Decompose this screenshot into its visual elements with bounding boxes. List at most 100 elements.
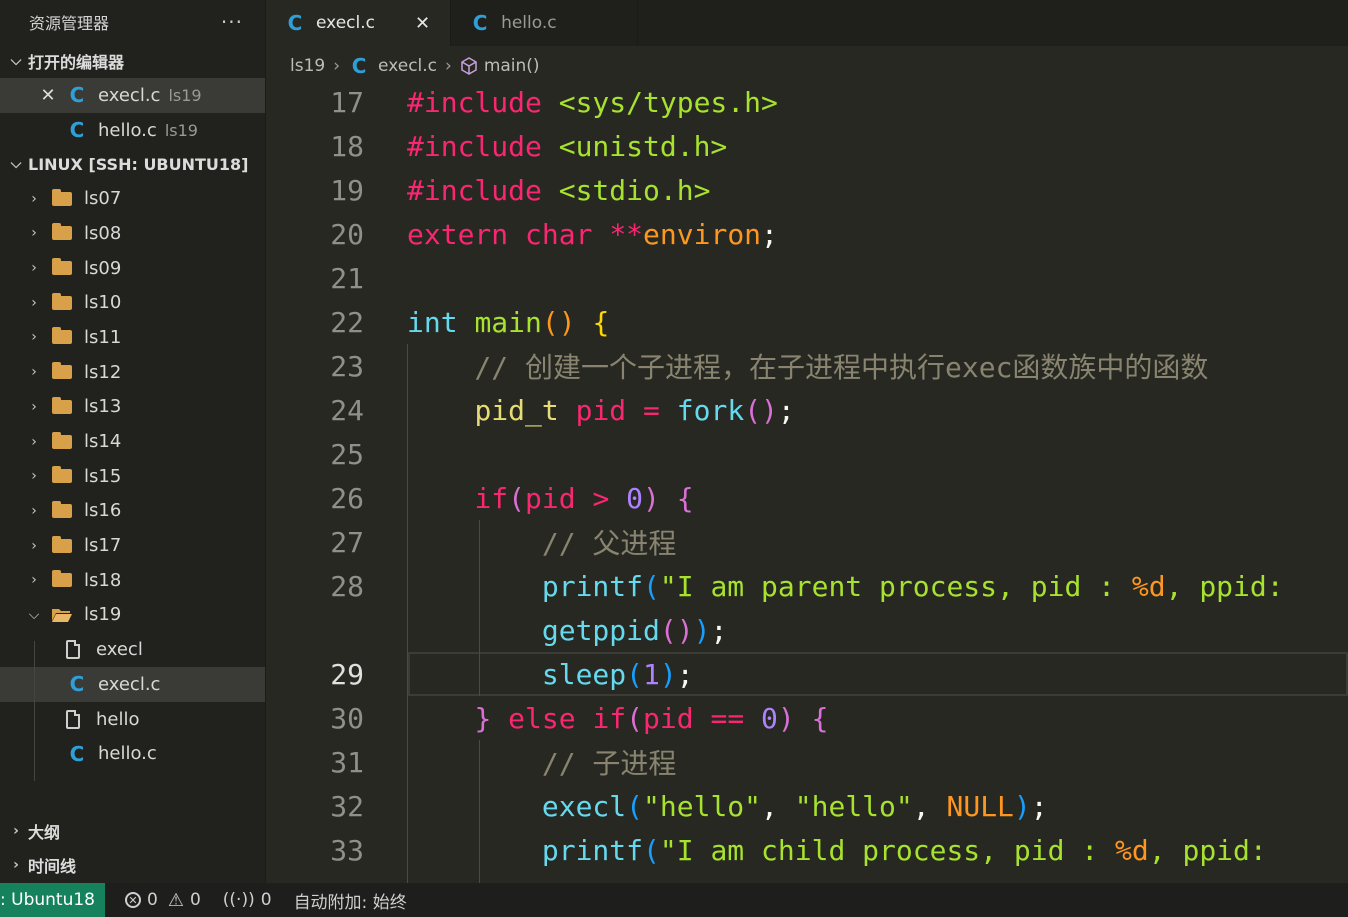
file-item-execl-c[interactable]: C execl.c — [0, 667, 265, 702]
file-label: hello.c — [98, 743, 157, 765]
folder-icon — [52, 188, 72, 206]
breadcrumb-symbol[interactable]: main() — [484, 56, 540, 76]
folder-item[interactable]: › ls17 — [0, 528, 265, 563]
folder-item[interactable]: › ls12 — [0, 355, 265, 390]
tree-indent-guide — [34, 641, 35, 781]
folder-label: ls15 — [84, 465, 122, 487]
code-editor[interactable]: 17 #include <sys/types.h> 18 #include <u… — [266, 80, 1348, 884]
open-editor-item-hello[interactable]: C hello.c ls19 — [0, 113, 265, 148]
code-line: 20 extern char **environ; — [266, 212, 1348, 256]
folder-item[interactable]: › ls14 — [0, 424, 265, 459]
folder-label: ls16 — [84, 500, 122, 522]
chevron-right-icon: › — [31, 225, 37, 242]
folder-icon — [52, 327, 72, 345]
code-line: 28 printf("I am parent process, pid : %d… — [266, 564, 1348, 608]
code-line: 19 #include <stdio.h> — [266, 168, 1348, 212]
line-number: 32 — [330, 789, 364, 823]
c-file-icon: C — [69, 741, 85, 766]
open-editor-item-execl[interactable]: ✕ C execl.c ls19 — [0, 78, 265, 113]
c-file-icon: C — [69, 118, 85, 143]
file-icon — [66, 640, 80, 660]
folder-item[interactable]: › ls18 — [0, 563, 265, 598]
folder-item[interactable]: › ls07 — [0, 181, 265, 216]
code-line: 17 #include <sys/types.h> — [266, 80, 1348, 124]
chevron-right-icon: › — [31, 572, 37, 589]
code-line: 22 int main() { — [266, 300, 1348, 344]
timeline-section[interactable]: › 时间线 — [0, 848, 76, 882]
folder-icon — [52, 570, 72, 588]
workspace-label: LINUX [SSH: UBUNTU18] — [28, 154, 249, 174]
folder-list: › ls07 › ls08 › ls09 › ls10 › ls11 › ls12 › ls13 › ls14… — [0, 181, 265, 597]
folder-item[interactable]: › ls10 — [0, 285, 265, 320]
c-file-icon: C — [351, 54, 367, 78]
symbol-method-icon — [461, 57, 477, 75]
file-item-execl[interactable]: execl — [0, 632, 265, 667]
folder-label: ls09 — [84, 257, 122, 279]
line-number: 30 — [330, 701, 364, 735]
tab-execl-c[interactable]: C execl.c ✕ — [266, 0, 452, 46]
close-icon[interactable]: ✕ — [415, 13, 430, 34]
close-icon[interactable]: ✕ — [38, 85, 58, 106]
outline-section[interactable]: › 大纲 — [0, 814, 60, 848]
file-item-hello[interactable]: hello — [0, 702, 265, 737]
folder-item[interactable]: › ls11 — [0, 320, 265, 355]
chevron-right-icon: › — [31, 260, 37, 277]
explorer-header: 资源管理器 ··· — [0, 0, 265, 44]
line-number: 21 — [330, 261, 364, 295]
line-number: 24 — [330, 393, 364, 427]
folder-item-open[interactable]: ⌵ ls19 — [0, 598, 265, 633]
breadcrumb-folder[interactable]: ls19 — [290, 56, 325, 76]
explorer-title: 资源管理器 — [29, 14, 110, 33]
workspace-section[interactable]: ⌵ LINUX [SSH: UBUNTU18] — [0, 147, 265, 181]
breadcrumb-file[interactable]: execl.c — [378, 56, 437, 76]
tab-label: hello.c — [501, 13, 557, 33]
problems-indicator[interactable]: ✕ 0 ⚠ 0 — [125, 890, 201, 911]
code-line: 26 if(pid > 0) { — [266, 476, 1348, 520]
folder-icon — [52, 535, 72, 553]
folder-item[interactable]: › ls13 — [0, 390, 265, 425]
remote-indicator[interactable]: : Ubuntu18 — [0, 883, 105, 917]
chevron-right-icon: › — [31, 433, 37, 450]
code-line: 25 — [266, 432, 1348, 476]
folder-label: ls17 — [84, 535, 122, 557]
line-number: 20 — [330, 217, 364, 251]
auto-attach-indicator[interactable]: 自动附加: 始终 — [294, 888, 407, 913]
folder-item[interactable]: › ls16 — [0, 494, 265, 529]
error-icon: ✕ — [125, 892, 141, 908]
folder-label: ls12 — [84, 361, 122, 383]
line-number-current: 29 — [330, 657, 364, 691]
ports-indicator[interactable]: ((·)) 0 — [223, 890, 272, 910]
more-actions-icon[interactable]: ··· — [221, 10, 243, 34]
chevron-down-icon: ⌵ — [10, 156, 22, 173]
folder-icon — [52, 223, 72, 241]
folder-item[interactable]: › ls08 — [0, 216, 265, 251]
open-editor-filename: execl.c — [98, 84, 161, 106]
chevron-right-icon: › — [13, 857, 19, 873]
folder-item[interactable]: › ls15 — [0, 459, 265, 494]
tab-label: execl.c — [316, 13, 375, 33]
code-line: 24 pid_t pid = fork(); — [266, 388, 1348, 432]
c-file-icon: C — [287, 11, 303, 35]
folder-label: ls14 — [84, 431, 122, 453]
folder-icon — [52, 396, 72, 414]
file-item-hello-c[interactable]: C hello.c — [0, 736, 265, 771]
open-editors-label: 打开的编辑器 — [28, 53, 125, 72]
line-number: 19 — [330, 173, 364, 207]
explorer-sidebar: 资源管理器 ··· ⌵ 打开的编辑器 ✕ C execl.c ls19 C he… — [0, 0, 266, 883]
tab-hello-c[interactable]: C hello.c — [451, 0, 638, 46]
folder-item[interactable]: › ls09 — [0, 251, 265, 286]
code-line: 29 sleep(1); — [266, 652, 1348, 696]
outline-label: 大纲 — [28, 823, 61, 842]
line-number: 22 — [330, 305, 364, 339]
line-number: 28 — [330, 569, 364, 603]
folder-icon — [52, 466, 72, 484]
chevron-right-icon: › — [31, 329, 37, 346]
warning-count: 0 — [189, 890, 201, 910]
c-file-icon: C — [69, 672, 85, 697]
line-number: 17 — [330, 85, 364, 119]
error-count: 0 — [147, 890, 158, 910]
code-line: 27 // 父进程 — [266, 520, 1348, 564]
open-editors-section[interactable]: ⌵ 打开的编辑器 — [0, 44, 265, 78]
folder-icon — [52, 362, 72, 380]
open-editor-filename: hello.c — [98, 119, 157, 141]
